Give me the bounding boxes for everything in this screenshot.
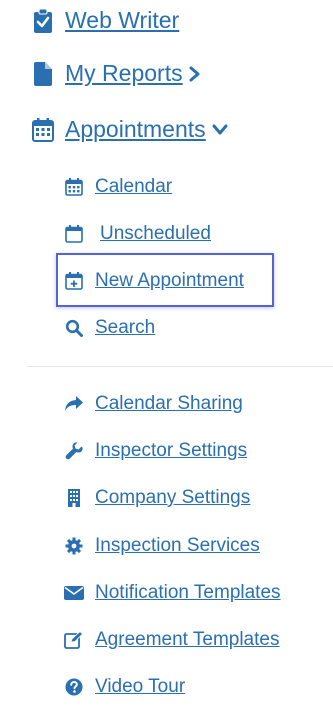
nav-item-inspector-settings[interactable]: Inspector Settings xyxy=(64,440,247,462)
nav-item-agreement-templates[interactable]: Agreement Templates xyxy=(64,629,279,651)
submenu-item-label: Search xyxy=(95,317,156,338)
submenu-item-unscheduled[interactable]: Unscheduled xyxy=(64,223,211,245)
nav-item-label: Calendar Sharing xyxy=(95,393,243,414)
sidebar-nav: Web Writer My Reports Appointments Calen… xyxy=(0,0,333,715)
divider xyxy=(27,366,333,367)
gear-icon xyxy=(64,536,84,556)
focus-highlight xyxy=(56,253,274,307)
nav-item-label: Web Writer xyxy=(65,7,180,33)
submenu-item-label: Unscheduled xyxy=(100,223,211,244)
calendar-icon xyxy=(32,117,54,143)
nav-item-label: Agreement Templates xyxy=(95,629,280,650)
nav-item-video-tour[interactable]: Video Tour xyxy=(64,676,185,698)
chevron-right-icon xyxy=(189,66,201,82)
submenu-item-label: Calendar xyxy=(95,176,173,197)
share-icon xyxy=(64,394,84,414)
submenu-item-calendar[interactable]: Calendar xyxy=(64,176,172,198)
wrench-icon xyxy=(64,441,84,461)
submenu-item-search[interactable]: Search xyxy=(64,317,155,339)
nav-item-label: Video Tour xyxy=(95,676,186,697)
nav-item-inspection-services[interactable]: Inspection Services xyxy=(64,535,260,557)
nav-item-my-reports[interactable]: My Reports xyxy=(32,60,201,87)
nav-item-label: Appointments xyxy=(65,116,206,142)
question-circle-icon xyxy=(64,677,84,697)
document-icon xyxy=(32,61,54,87)
nav-item-label: Inspector Settings xyxy=(95,440,248,461)
calendar-icon xyxy=(64,177,84,197)
building-icon xyxy=(64,488,84,508)
nav-item-label: Inspection Services xyxy=(95,535,260,556)
nav-item-company-settings[interactable]: Company Settings xyxy=(64,487,250,509)
edit-icon xyxy=(64,630,84,650)
nav-item-calendar-sharing[interactable]: Calendar Sharing xyxy=(64,393,243,415)
nav-item-appointments[interactable]: Appointments xyxy=(32,116,228,143)
nav-item-label: My Reports xyxy=(65,60,183,86)
calendar-empty-icon xyxy=(64,224,84,244)
search-icon xyxy=(64,318,84,338)
nav-item-web-writer[interactable]: Web Writer xyxy=(32,7,179,34)
clipboard-check-icon xyxy=(32,8,54,34)
nav-item-label: Company Settings xyxy=(95,487,251,508)
nav-item-label: Notification Templates xyxy=(95,582,281,603)
nav-item-notification-templates[interactable]: Notification Templates xyxy=(64,582,281,604)
chevron-down-icon xyxy=(212,124,228,136)
envelope-icon xyxy=(64,583,84,603)
